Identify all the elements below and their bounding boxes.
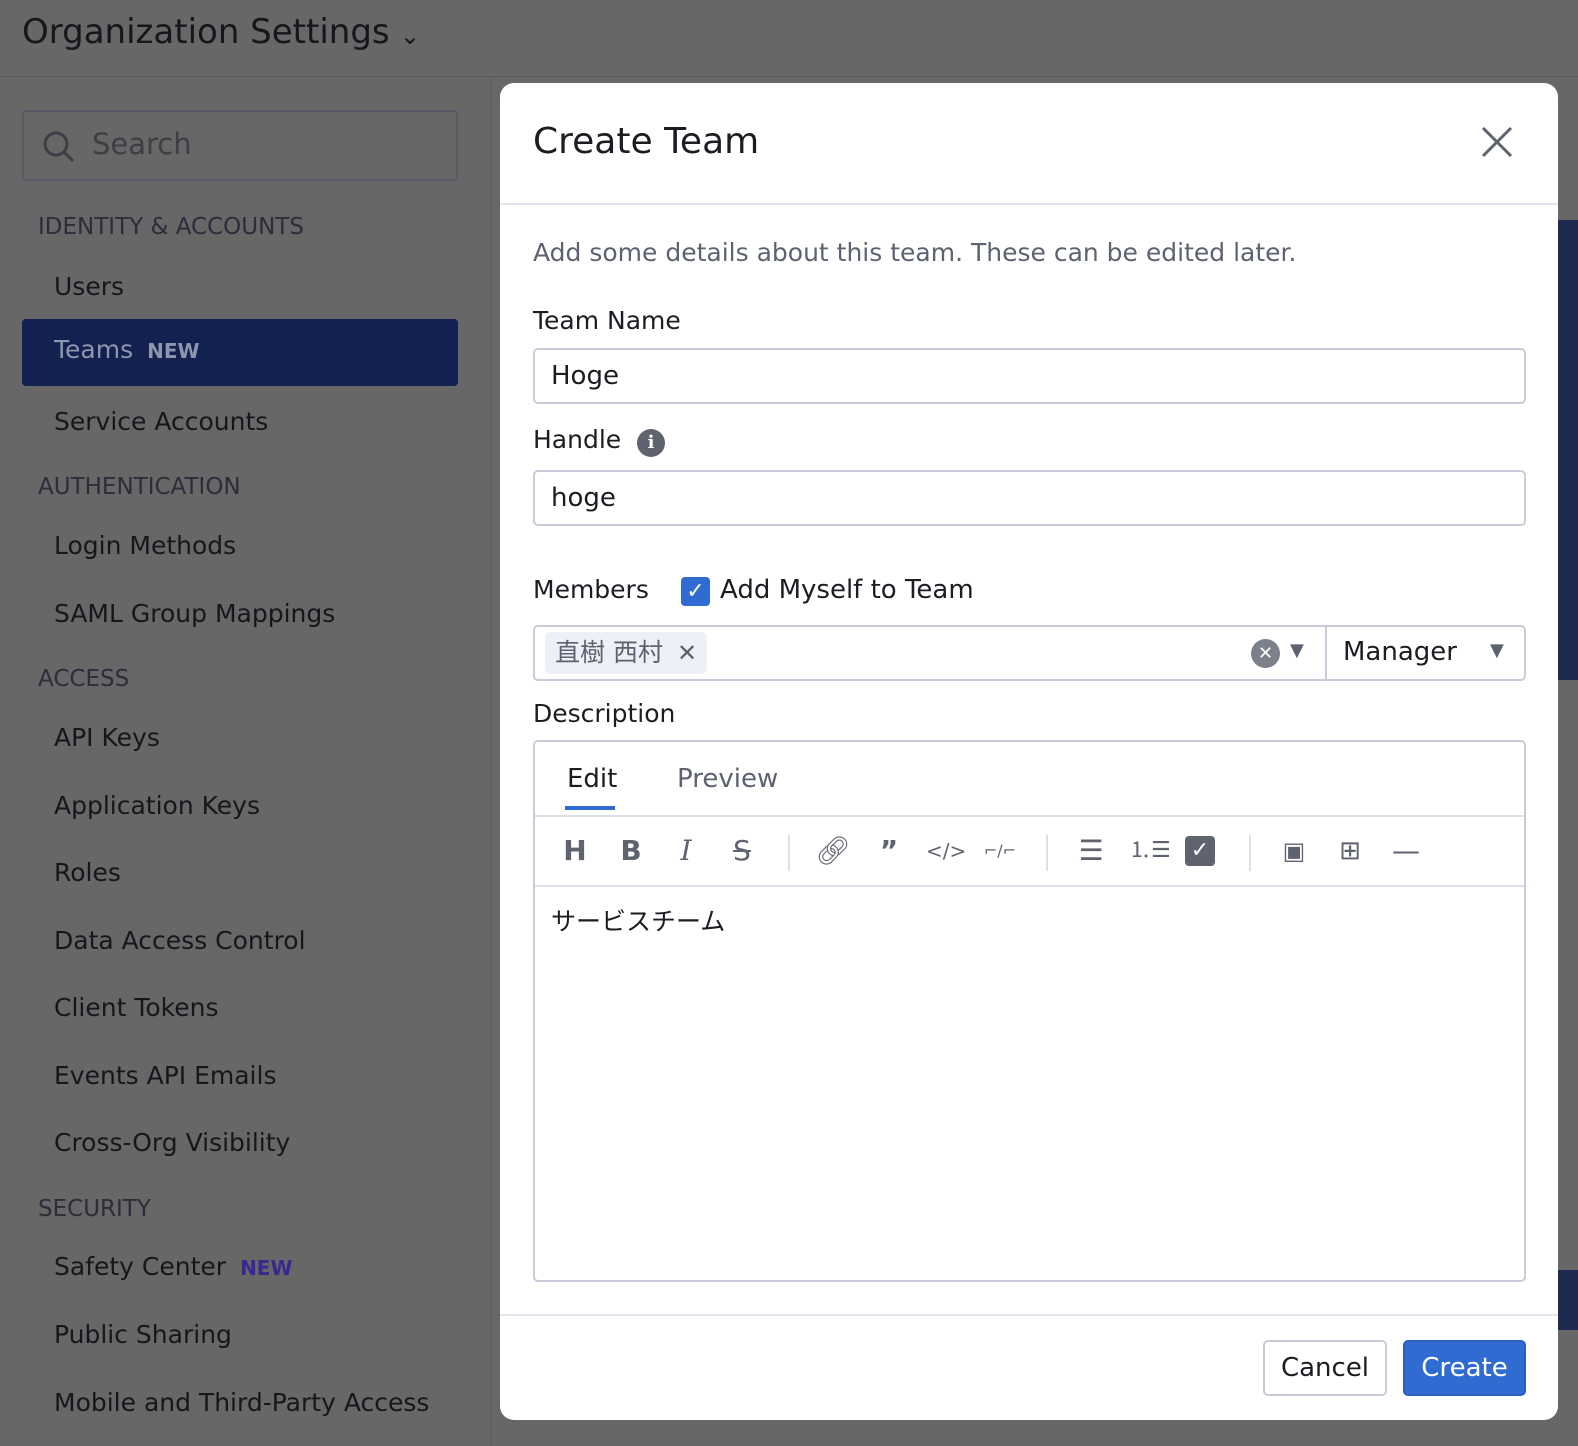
sidebar-item-label: Teams [54,335,134,364]
caret-down-icon[interactable]: ▼ [1290,640,1304,661]
heading-icon[interactable]: H [557,833,593,869]
search-icon [43,131,75,163]
active-tab-indicator [565,806,615,810]
sidebar-item-teams[interactable]: Teams NEW [22,319,458,386]
add-myself-checkbox[interactable]: ✓ [681,577,710,606]
sidebar-item-mobile-third-party[interactable]: Mobile and Third-Party Access [54,1388,429,1417]
sidebar-item-client-tokens[interactable]: Client Tokens [54,993,218,1022]
bold-icon[interactable]: B [613,833,649,869]
sidebar-item-events-api-emails[interactable]: Events API Emails [54,1061,276,1090]
section-authentication: AUTHENTICATION [38,474,241,500]
sidebar-item-roles[interactable]: Roles [54,858,121,887]
sidebar-item-label: Safety Center [54,1252,227,1281]
create-button[interactable]: Create [1403,1340,1526,1396]
italic-icon[interactable]: I [668,833,704,869]
role-select[interactable]: Manager [1343,637,1457,667]
divider [1046,835,1048,871]
code-block-icon[interactable]: ⌐/⌐ [982,833,1018,869]
info-icon[interactable]: i [637,429,665,457]
horizontal-rule-icon[interactable]: — [1388,833,1424,869]
editor-toolbar: H B I S 🔗︎ ” </> ⌐/⌐ ☰ ⒈☰ ✓ ▣ ⊞ — [535,815,1524,887]
chevron-down-icon[interactable]: ⌄ [400,22,420,50]
sidebar-item-users[interactable]: Users [54,272,124,301]
create-team-dialog: Create Team Add some details about this … [500,83,1558,1420]
team-name-label: Team Name [533,306,681,335]
section-identity: IDENTITY & ACCOUNTS [38,214,304,240]
page-title[interactable]: Organization Settings [22,12,390,52]
members-label: Members [533,575,649,604]
section-access: ACCESS [38,666,130,692]
bullet-list-icon[interactable]: ☰ [1073,833,1109,869]
description-label: Description [533,699,676,728]
divider [500,1314,1558,1316]
new-badge: NEW [240,1256,293,1280]
sidebar-item-cross-org-visibility[interactable]: Cross-Org Visibility [54,1128,290,1157]
caret-down-icon[interactable]: ▼ [1490,640,1504,661]
divider [500,203,1558,205]
strikethrough-icon[interactable]: S [724,833,760,869]
sidebar-item-saml[interactable]: SAML Group Mappings [54,599,335,628]
tab-preview[interactable]: Preview [677,764,778,794]
sidebar-item-public-sharing[interactable]: Public Sharing [54,1320,232,1349]
sidebar-item-safety-center[interactable]: Safety Center NEW [54,1252,293,1281]
sidebar-item-data-access-control[interactable]: Data Access Control [54,926,306,955]
member-name: 直樹 西村 [555,638,663,667]
description-textarea[interactable]: サービスチーム [551,902,725,938]
image-icon[interactable]: ▣ [1276,833,1312,869]
description-editor: Edit Preview H B I S 🔗︎ ” </> ⌐/⌐ ☰ ⒈☰ ✓… [533,740,1526,1282]
dialog-intro: Add some details about this team. These … [533,238,1297,267]
add-myself-label[interactable]: Add Myself to Team [720,575,974,605]
team-name-input[interactable]: Hoge [533,348,1526,404]
handle-label: Handle [533,425,622,454]
sidebar-item-service-accounts[interactable]: Service Accounts [54,407,268,436]
sidebar: Search IDENTITY & ACCOUNTS Users Teams NE… [0,77,491,1446]
member-chip: 直樹 西村 ✕ [545,632,708,674]
sidebar-item-application-keys[interactable]: Application Keys [54,791,260,820]
handle-input[interactable]: hoge [533,470,1526,526]
remove-member-icon[interactable]: ✕ [677,639,697,667]
link-icon[interactable]: 🔗︎ [815,833,851,869]
numbered-list-icon[interactable]: ⒈☰ [1129,833,1171,869]
cancel-button[interactable]: Cancel [1263,1340,1387,1396]
section-security: SECURITY [38,1196,151,1222]
members-select[interactable]: 直樹 西村 ✕ ✕ ▼ Manager ▼ [533,625,1526,681]
sidebar-item-api-keys[interactable]: API Keys [54,723,160,752]
new-badge: NEW [147,339,200,363]
clear-icon[interactable]: ✕ [1251,639,1280,668]
table-icon[interactable]: ⊞ [1332,833,1368,869]
dialog-title: Create Team [533,121,760,162]
divider [1249,835,1251,871]
code-icon[interactable]: </> [926,833,966,869]
search-placeholder: Search [92,127,192,161]
divider [788,835,790,871]
divider [1325,627,1327,679]
close-icon[interactable] [1480,125,1514,159]
page-header: Organization Settings ⌄ [0,0,1578,77]
sidebar-item-login-methods[interactable]: Login Methods [54,531,236,560]
search-input[interactable]: Search [22,110,458,181]
tab-edit[interactable]: Edit [567,764,617,794]
quote-icon[interactable]: ” [871,833,907,869]
task-list-icon[interactable]: ✓ [1185,836,1215,866]
